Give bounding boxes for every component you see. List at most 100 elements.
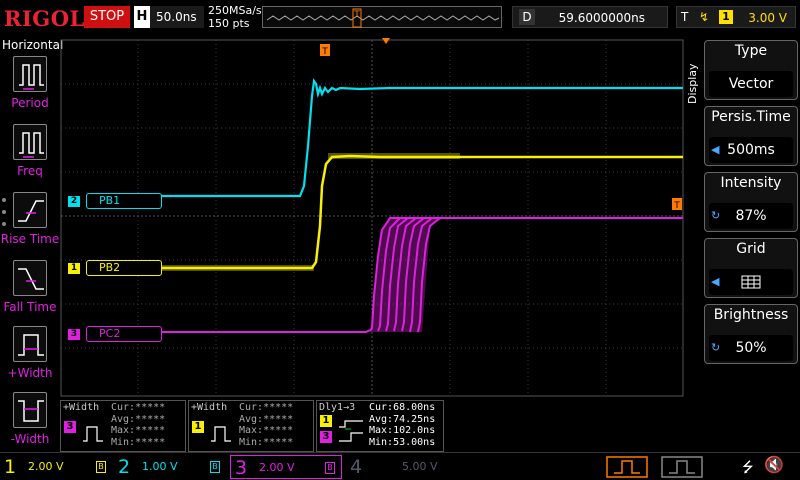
channel-3-status[interactable]: 3 2.00 V B [230, 455, 342, 479]
memory-points: 150 pts [208, 17, 250, 30]
measurement-box-pos-width-ch1[interactable]: +Width 1 Cur:***** Avg:***** Max:***** M… [188, 400, 314, 452]
menu-label-neg-width: -Width [10, 432, 50, 446]
fall-time-icon [13, 260, 47, 296]
brightness-value: 50% [735, 340, 767, 356]
softkey-label: Type [734, 43, 768, 59]
channel-scale: 1.00 V [142, 460, 178, 473]
intensity-value: 87% [735, 208, 767, 224]
usb-icon: ⭍ [742, 460, 754, 476]
timebase-display[interactable]: H 50.0ns [134, 6, 204, 28]
menu-label-fall-time: Fall Time [3, 300, 57, 314]
waveform-canvas: T T [60, 38, 684, 397]
trigger-display[interactable]: T ↯ 1 3.00 V [676, 6, 796, 28]
channel-4-status[interactable]: 4 5.00 V [346, 455, 458, 479]
top-status-bar: RIGOL STOP H 50.0ns 250MSa/s 150 pts T D… [0, 0, 800, 36]
measurement-avg: Avg:***** [111, 413, 166, 425]
rising-edge-icon: ↯ [699, 10, 710, 24]
channel-1-status[interactable]: 1 2.00 V B [0, 455, 112, 479]
ch2-trace-label: PB1 [86, 193, 162, 209]
rotate-knob-icon: ↻ [711, 209, 721, 222]
channel-scale: 2.00 V [28, 460, 64, 473]
memory-overview-bar: T [262, 6, 502, 28]
speaker-mute-icon[interactable]: 🔇 [764, 455, 784, 474]
softkey-value: ↻ 50% [709, 335, 793, 361]
softkey-value: ◀ 500ms [709, 137, 793, 163]
delay-value: 59.6000000ns [558, 11, 645, 25]
trace-ch3-persistence-band [370, 218, 440, 332]
measurement-title: +Width [191, 402, 228, 413]
menu-item-pos-width[interactable]: +Width [0, 326, 60, 388]
measurement-values: Cur:***** Avg:***** Max:***** Min:***** [111, 402, 165, 448]
svg-text:T: T [673, 201, 680, 211]
ch1-marker[interactable]: 1 [68, 263, 80, 274]
measurement-min: Min:53.00ns [369, 436, 436, 448]
bandwidth-limit-icon: B [210, 461, 220, 473]
menu-item-period[interactable]: Period [0, 56, 60, 118]
brightness-softkey[interactable]: Brightness ↻ 50% [704, 304, 798, 364]
ch1-trace-label: PB2 [86, 260, 162, 276]
intensity-softkey[interactable]: Intensity ↻ 87% [704, 172, 798, 232]
delay-display[interactable]: D 59.6000000ns [512, 6, 668, 28]
measurement-title: +Width [63, 402, 100, 413]
channel-status-bar: 1 2.00 V B 2 1.00 V B 3 2.00 V B 4 5.00 … [0, 452, 800, 480]
svg-text:T: T [321, 47, 328, 57]
trigger-position-marker [382, 38, 390, 44]
menu-label-freq: Freq [17, 164, 43, 178]
grid-icon [741, 275, 761, 289]
softkey-label: Grid [736, 241, 766, 257]
measurement-values: Cur:68.00ns Avg:74.25ns Max:102.0ns Min:… [369, 402, 435, 448]
rise-time-icon [13, 192, 47, 228]
positive-width-icon [13, 326, 47, 362]
softkey-value: Vector [709, 71, 793, 97]
trigger-level: 3.00 V [748, 11, 787, 25]
select-arrow-icon: ◀ [711, 143, 720, 156]
waveform-display[interactable]: T T [60, 36, 684, 400]
channel-2-status[interactable]: 2 1.00 V B [114, 455, 226, 479]
delay-icon [339, 420, 363, 442]
menu-item-fall-time[interactable]: Fall Time [0, 260, 60, 322]
sample-rate: 250MSa/s [208, 4, 262, 17]
menu-label-period: Period [11, 96, 49, 110]
trigger-mode-icons[interactable] [606, 456, 706, 478]
measurement-box-pos-width-ch3[interactable]: +Width 3 Cur:***** Avg:***** Max:***** M… [60, 400, 186, 452]
display-menu: Display Type Vector Persis.Time ◀ 500ms … [684, 36, 800, 452]
delay-channel-a-badge: 1 [320, 415, 332, 427]
softkey-label: Intensity [720, 175, 782, 191]
display-type-softkey[interactable]: Type Vector [704, 40, 798, 100]
ch2-marker[interactable]: 2 [68, 196, 80, 207]
measurement-avg: Avg:74.25ns [369, 413, 436, 425]
grid-softkey[interactable]: Grid ◀ [704, 238, 798, 298]
delay-channel-b-badge: 3 [320, 431, 332, 443]
menu-section-label: Display [686, 63, 699, 104]
channel-scale: 2.00 V [259, 461, 295, 474]
persistence-time-softkey[interactable]: Persis.Time ◀ 500ms [704, 106, 798, 166]
trigger-label: T [681, 10, 689, 24]
measurement-max: Max:***** [239, 425, 294, 436]
measurement-max: Max:***** [111, 425, 166, 436]
memory-waveform-icon: T [266, 8, 500, 28]
ch3-trace-label: PC2 [86, 326, 162, 342]
softkey-label: Persis.Time [711, 109, 791, 125]
menu-item-neg-width[interactable]: -Width [0, 392, 60, 454]
pulse-width-icon [211, 426, 231, 442]
acquisition-info: 250MSa/s 150 pts [208, 4, 262, 30]
persistence-value: 500ms [727, 142, 775, 158]
softkey-value: ↻ 87% [709, 203, 793, 229]
channel-number: 2 [118, 456, 131, 478]
run-stop-indicator[interactable]: STOP [84, 6, 130, 28]
select-arrow-icon: ◀ [711, 275, 720, 288]
menu-item-rise-time[interactable]: Rise Time [0, 192, 60, 254]
measurement-min: Min:***** [239, 436, 294, 448]
menu-item-freq[interactable]: Freq [0, 124, 60, 186]
measurement-values: Cur:***** Avg:***** Max:***** Min:***** [239, 402, 293, 448]
measurement-box-delay[interactable]: Dly1→3 1 3 Cur:68.00ns Avg:74.25ns Max:1… [316, 400, 444, 452]
channel-number: 4 [350, 456, 363, 478]
measurement-channel-badge: 3 [64, 421, 76, 433]
measurement-max: Max:102.0ns [369, 425, 436, 436]
rotate-knob-icon: ↻ [711, 341, 721, 354]
channel-number: 1 [4, 456, 17, 478]
measurement-cur: Cur:***** [111, 402, 166, 413]
measurement-cur: Cur:***** [239, 402, 294, 413]
ch3-marker[interactable]: 3 [68, 329, 80, 340]
period-icon [13, 56, 47, 92]
